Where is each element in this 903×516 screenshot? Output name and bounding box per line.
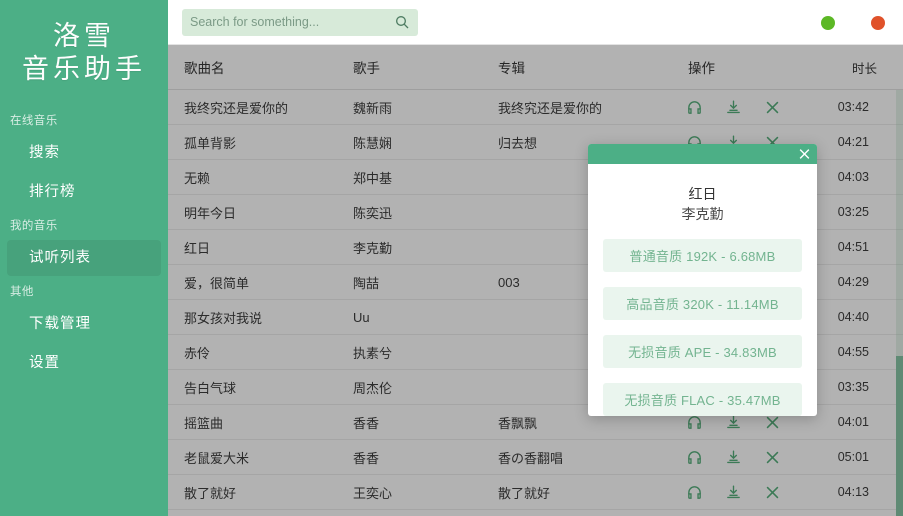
cell-artist: 王奕心	[353, 483, 498, 502]
cell-song: 老鼠爱大米	[168, 448, 353, 467]
headphones-icon[interactable]	[686, 99, 703, 116]
sidebar-item-download-manager[interactable]: 下载管理	[7, 306, 161, 342]
cell-artist: 陈奕迅	[353, 203, 498, 222]
cell-song: 我终究还是爱你的	[168, 98, 353, 117]
cell-duration: 05:01	[798, 450, 903, 464]
column-header-song: 歌曲名	[168, 57, 353, 77]
cell-song: 爱，很简单	[168, 273, 353, 292]
dialog-title: 红日 李克勤	[588, 164, 817, 231]
column-header-action: 操作	[678, 57, 798, 77]
search-input[interactable]	[190, 15, 394, 29]
minimize-button[interactable]	[821, 16, 835, 30]
cell-artist: 李克勤	[353, 238, 498, 257]
delete-icon[interactable]	[764, 449, 781, 466]
download-icon[interactable]	[725, 99, 742, 116]
download-icon[interactable]	[725, 484, 742, 501]
window-controls	[821, 0, 885, 45]
cell-artist: 香香	[353, 448, 498, 467]
table-row[interactable]: 我终究还是爱你的魏新雨我终究还是爱你的 03:42	[168, 90, 903, 125]
dialog-header	[588, 144, 817, 164]
cell-song: 那女孩对我说	[168, 308, 353, 327]
cell-album: 香の香翻唱	[498, 448, 678, 467]
dialog-artist-name: 李克勤	[598, 204, 807, 224]
column-header-artist: 歌手	[353, 57, 498, 77]
cell-artist: 香香	[353, 413, 498, 432]
nav-group-label-other: 其他	[0, 279, 168, 303]
cell-song: 赤伶	[168, 343, 353, 362]
quality-options-list: 普通音质 192K - 6.68MB 高品音质 320K - 11.14MB 无损音…	[588, 231, 817, 416]
close-icon[interactable]	[798, 148, 811, 161]
cell-actions	[678, 449, 798, 466]
cell-artist: 陶喆	[353, 273, 498, 292]
cell-song: 无赖	[168, 168, 353, 187]
download-icon[interactable]	[725, 414, 742, 431]
cell-song: 孤单背影	[168, 133, 353, 152]
table-header: 歌曲名 歌手 专辑 操作 时长	[168, 45, 903, 90]
cell-song: 散了就好	[168, 483, 353, 502]
quality-option-button[interactable]: 无损音质 FLAC - 35.47MB	[603, 383, 802, 416]
nav-group-online-music: 在线音乐 搜索 排行榜	[0, 108, 168, 210]
sidebar-item-ranking[interactable]: 排行榜	[7, 174, 161, 210]
cell-actions	[678, 414, 798, 431]
cell-artist: 魏新雨	[353, 98, 498, 117]
cell-actions	[678, 99, 798, 116]
cell-artist: Uu	[353, 310, 498, 325]
table-row[interactable]: 散了就好王奕心散了就好 04:13	[168, 475, 903, 510]
cell-duration: 04:01	[798, 415, 903, 429]
cell-song: 明年今日	[168, 203, 353, 222]
sidebar: 洛雪 音乐助手 在线音乐 搜索 排行榜 我的音乐 试听列表 其他 下载管理 设置	[0, 0, 168, 516]
download-icon[interactable]	[725, 449, 742, 466]
headphones-icon[interactable]	[686, 414, 703, 431]
cell-duration: 04:13	[798, 485, 903, 499]
dialog-song-name: 红日	[598, 184, 807, 204]
search-icon[interactable]	[394, 14, 410, 30]
cell-song: 告白气球	[168, 378, 353, 397]
download-quality-dialog: 红日 李克勤 普通音质 192K - 6.68MB 高品音质 320K - 11.…	[588, 144, 817, 416]
main-content: 歌曲名 歌手 专辑 操作 时长 我终究还是爱你的魏新雨我终究还是爱你的 03:42…	[168, 0, 903, 516]
sidebar-item-search[interactable]: 搜索	[7, 135, 161, 171]
delete-icon[interactable]	[764, 484, 781, 501]
cell-album: 散了就好	[498, 483, 678, 502]
nav-group-label-my-music: 我的音乐	[0, 213, 168, 237]
delete-icon[interactable]	[764, 414, 781, 431]
quality-option-button[interactable]: 普通音质 192K - 6.68MB	[603, 239, 802, 272]
close-button[interactable]	[871, 16, 885, 30]
column-header-duration: 时长	[798, 58, 903, 77]
scrollbar-thumb[interactable]	[896, 356, 903, 516]
nav-group-label-online-music: 在线音乐	[0, 108, 168, 132]
cell-artist: 执素兮	[353, 343, 498, 362]
cell-song: 摇篮曲	[168, 413, 353, 432]
cell-artist: 郑中基	[353, 168, 498, 187]
sidebar-item-settings[interactable]: 设置	[7, 345, 161, 381]
cell-artist: 陈慧娴	[353, 133, 498, 152]
headphones-icon[interactable]	[686, 449, 703, 466]
cell-artist: 周杰伦	[353, 378, 498, 397]
cell-duration: 03:42	[798, 100, 903, 114]
logo-line-2: 音乐助手	[0, 53, 168, 86]
search-box[interactable]	[182, 9, 418, 36]
table-row[interactable]: 老鼠爱大米香香香の香翻唱 05:01	[168, 440, 903, 475]
top-bar	[168, 0, 903, 45]
logo-line-1: 洛雪	[0, 20, 168, 53]
cell-song: 红日	[168, 238, 353, 257]
sidebar-item-playlist[interactable]: 试听列表	[7, 240, 161, 276]
scrollbar-track[interactable]	[896, 90, 903, 516]
nav-group-my-music: 我的音乐 试听列表	[0, 213, 168, 276]
nav-group-other: 其他 下载管理 设置	[0, 279, 168, 381]
cell-actions	[678, 484, 798, 501]
app-logo: 洛雪 音乐助手	[0, 14, 168, 98]
app-window: 洛雪 音乐助手 在线音乐 搜索 排行榜 我的音乐 试听列表 其他 下载管理 设置	[0, 0, 903, 516]
column-header-album: 专辑	[498, 57, 678, 77]
delete-icon[interactable]	[764, 99, 781, 116]
headphones-icon[interactable]	[686, 484, 703, 501]
quality-option-button[interactable]: 高品音质 320K - 11.14MB	[603, 287, 802, 320]
sidebar-nav: 在线音乐 搜索 排行榜 我的音乐 试听列表 其他 下载管理 设置	[0, 108, 168, 382]
quality-option-button[interactable]: 无损音质 APE - 34.83MB	[603, 335, 802, 368]
cell-album: 我终究还是爱你的	[498, 98, 678, 117]
